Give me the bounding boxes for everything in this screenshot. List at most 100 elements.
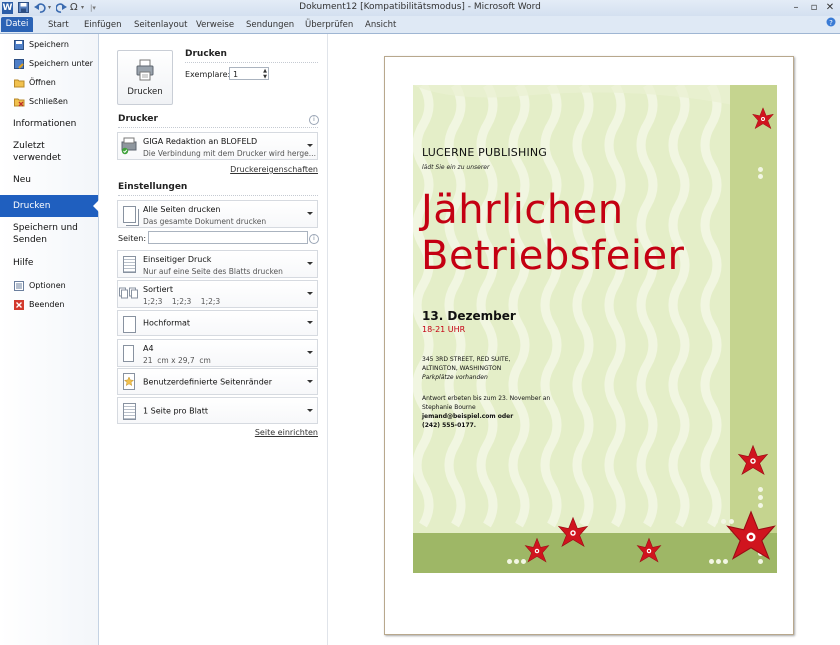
orientation-label: Hochformat	[143, 318, 191, 328]
info-icon[interactable]: i	[309, 115, 319, 125]
flower-icon	[752, 107, 774, 130]
nav-label: Speichern und	[13, 223, 78, 233]
nav-drucken[interactable]: Drucken	[0, 195, 99, 217]
pages-input[interactable]	[148, 231, 308, 244]
dropdown-arrow-icon	[307, 212, 313, 215]
printer-status: Die Verbindung mit dem Drucker wird herg…	[143, 149, 316, 158]
print-heading: Drucken	[185, 49, 227, 59]
open-folder-icon	[14, 78, 25, 88]
flower-icon	[738, 445, 768, 475]
nav-label: Öffnen	[29, 78, 56, 87]
address-line: ALTINGTON, WASHINGTON	[422, 365, 502, 372]
pages-per-sheet-label: 1 Seite pro Blatt	[143, 406, 208, 415]
save-as-icon	[14, 59, 24, 69]
rsvp-line: Antwort erbeten bis zum 23. November an	[422, 395, 551, 402]
margins-label: Benutzerdefinierte Seitenränder	[143, 377, 273, 386]
nav-label: verwendet	[13, 153, 61, 163]
nav-zuletzt-verwendet[interactable]: Zuletzt verwendet	[0, 141, 98, 169]
page-setup-link[interactable]: Seite einrichten	[255, 428, 318, 437]
nav-speichern[interactable]: Speichern	[0, 40, 98, 54]
ribbon-tabs: Datei Start Einfügen Seitenlayout Verwei…	[0, 16, 840, 34]
nav-label: Drucken	[13, 201, 51, 211]
nav-speichern-unter[interactable]: Speichern unter	[0, 59, 98, 73]
nav-hilfe[interactable]: Hilfe	[0, 258, 98, 272]
tab-start[interactable]: Start	[44, 18, 73, 32]
rsvp-phone: (242) 555-0177.	[422, 422, 477, 429]
tab-seitenlayout[interactable]: Seitenlayout	[130, 18, 191, 32]
dropdown-arrow-icon	[307, 262, 313, 265]
duplex-title: Einseitiger Druck	[143, 255, 212, 264]
dropdown-arrow-icon	[307, 292, 313, 295]
duplex-desc: Nur auf eine Seite des Blatts drucken	[143, 267, 283, 276]
tab-einfuegen[interactable]: Einfügen	[80, 18, 126, 32]
info-icon[interactable]: i	[309, 234, 319, 244]
flyer-time: 18-21 UHR	[422, 325, 466, 334]
printer-properties-link[interactable]: Druckereigenschaften	[230, 165, 318, 174]
one-sided-icon	[121, 254, 137, 274]
minimize-icon[interactable]: –	[786, 1, 806, 14]
print-button[interactable]: Drucken	[117, 50, 173, 105]
pages-per-sheet-icon	[121, 401, 137, 421]
flyer-date: 13. Dezember	[422, 309, 516, 323]
tab-sendungen[interactable]: Sendungen	[242, 18, 298, 32]
custom-margins-icon	[123, 373, 135, 390]
flower-icon	[726, 510, 776, 560]
title-bar: W ▾ Ω ▾ |▾ Dokument12 [Kompatibilitätsmo…	[0, 0, 840, 17]
nav-oeffnen[interactable]: Öffnen	[0, 78, 98, 92]
nav-label: Speichern	[29, 40, 69, 49]
svg-text:?: ?	[829, 19, 833, 27]
flyer-rsvp: Antwort erbeten bis zum 23. November an …	[422, 394, 550, 430]
collate-dropdown[interactable]: Sortiert 1;2;3 1;2;3 1;2;3	[117, 280, 318, 308]
close-document-icon	[14, 97, 25, 107]
tab-datei[interactable]: Datei	[1, 17, 33, 32]
dropdown-arrow-icon	[307, 379, 313, 383]
margins-dropdown[interactable]: Benutzerdefinierte Seitenränder	[117, 368, 318, 395]
duplex-dropdown[interactable]: Einseitiger Druck Nur auf eine Seite des…	[117, 250, 318, 278]
help-icon[interactable]: ?	[826, 17, 836, 30]
paper-size-dropdown[interactable]: A4 21 cm x 29,7 cm	[117, 339, 318, 367]
nav-label: Hilfe	[13, 258, 34, 268]
spinner-arrows-icon[interactable]: ▲ ▼	[263, 68, 267, 80]
divider	[118, 195, 318, 196]
dropdown-arrow-icon	[307, 144, 313, 147]
flower-icon	[636, 537, 662, 563]
flyer-title-line1: Jährlichen	[421, 187, 624, 233]
nav-label: Informationen	[13, 119, 77, 129]
flyer-company: LUCERNE PUBLISHING	[422, 146, 548, 159]
parking-note: Parkplätze vorhanden	[422, 374, 488, 381]
collate-title: Sortiert	[143, 285, 173, 294]
nav-label: Schließen	[29, 97, 68, 106]
save-icon	[14, 40, 24, 50]
nav-label: Speichern unter	[29, 59, 93, 68]
close-icon[interactable]: ✕	[820, 1, 840, 14]
flyer-title: Jährlichen Betriebsfeier	[421, 187, 685, 279]
copies-value: 1	[233, 70, 239, 79]
copies-spinner[interactable]: 1 ▲ ▼	[229, 67, 269, 80]
nav-neu[interactable]: Neu	[0, 175, 98, 189]
flyer-title-line2: Betriebsfeier	[421, 233, 685, 279]
print-preview: LUCERNE PUBLISHING lädt Sie ein zu unser…	[328, 34, 840, 645]
flyer: LUCERNE PUBLISHING lädt Sie ein zu unser…	[413, 85, 777, 573]
tab-ueberpruefen[interactable]: Überprüfen	[301, 18, 357, 32]
dropdown-arrow-icon	[307, 351, 313, 354]
nav-label: Optionen	[29, 281, 66, 290]
orientation-dropdown[interactable]: Hochformat	[117, 310, 318, 336]
nav-beenden[interactable]: Beenden	[0, 300, 98, 314]
portrait-icon	[121, 314, 137, 334]
print-range-dropdown[interactable]: Alle Seiten drucken Das gesamte Dokument…	[117, 200, 318, 228]
preview-page: LUCERNE PUBLISHING lädt Sie ein zu unser…	[384, 56, 794, 635]
tab-verweise[interactable]: Verweise	[192, 18, 238, 32]
nav-informationen[interactable]: Informationen	[0, 119, 98, 133]
collated-icon	[119, 287, 138, 299]
dropdown-arrow-icon	[307, 408, 313, 412]
nav-speichern-senden[interactable]: Speichern und Senden	[0, 223, 98, 251]
flyer-invite: lädt Sie ein zu unserer	[422, 164, 490, 171]
pages-per-sheet-dropdown[interactable]: 1 Seite pro Blatt	[117, 397, 318, 424]
all-pages-icon	[121, 204, 137, 224]
nav-schliessen[interactable]: Schließen	[0, 97, 98, 111]
window-title: Dokument12 [Kompatibilitätsmodus] - Micr…	[299, 2, 541, 12]
rsvp-email: jemand@beispiel.com oder	[422, 413, 514, 420]
printer-dropdown[interactable]: GIGA Redaktion an BLOFELD Die Verbindung…	[117, 132, 318, 160]
tab-ansicht[interactable]: Ansicht	[361, 18, 400, 32]
nav-optionen[interactable]: Optionen	[0, 281, 98, 295]
